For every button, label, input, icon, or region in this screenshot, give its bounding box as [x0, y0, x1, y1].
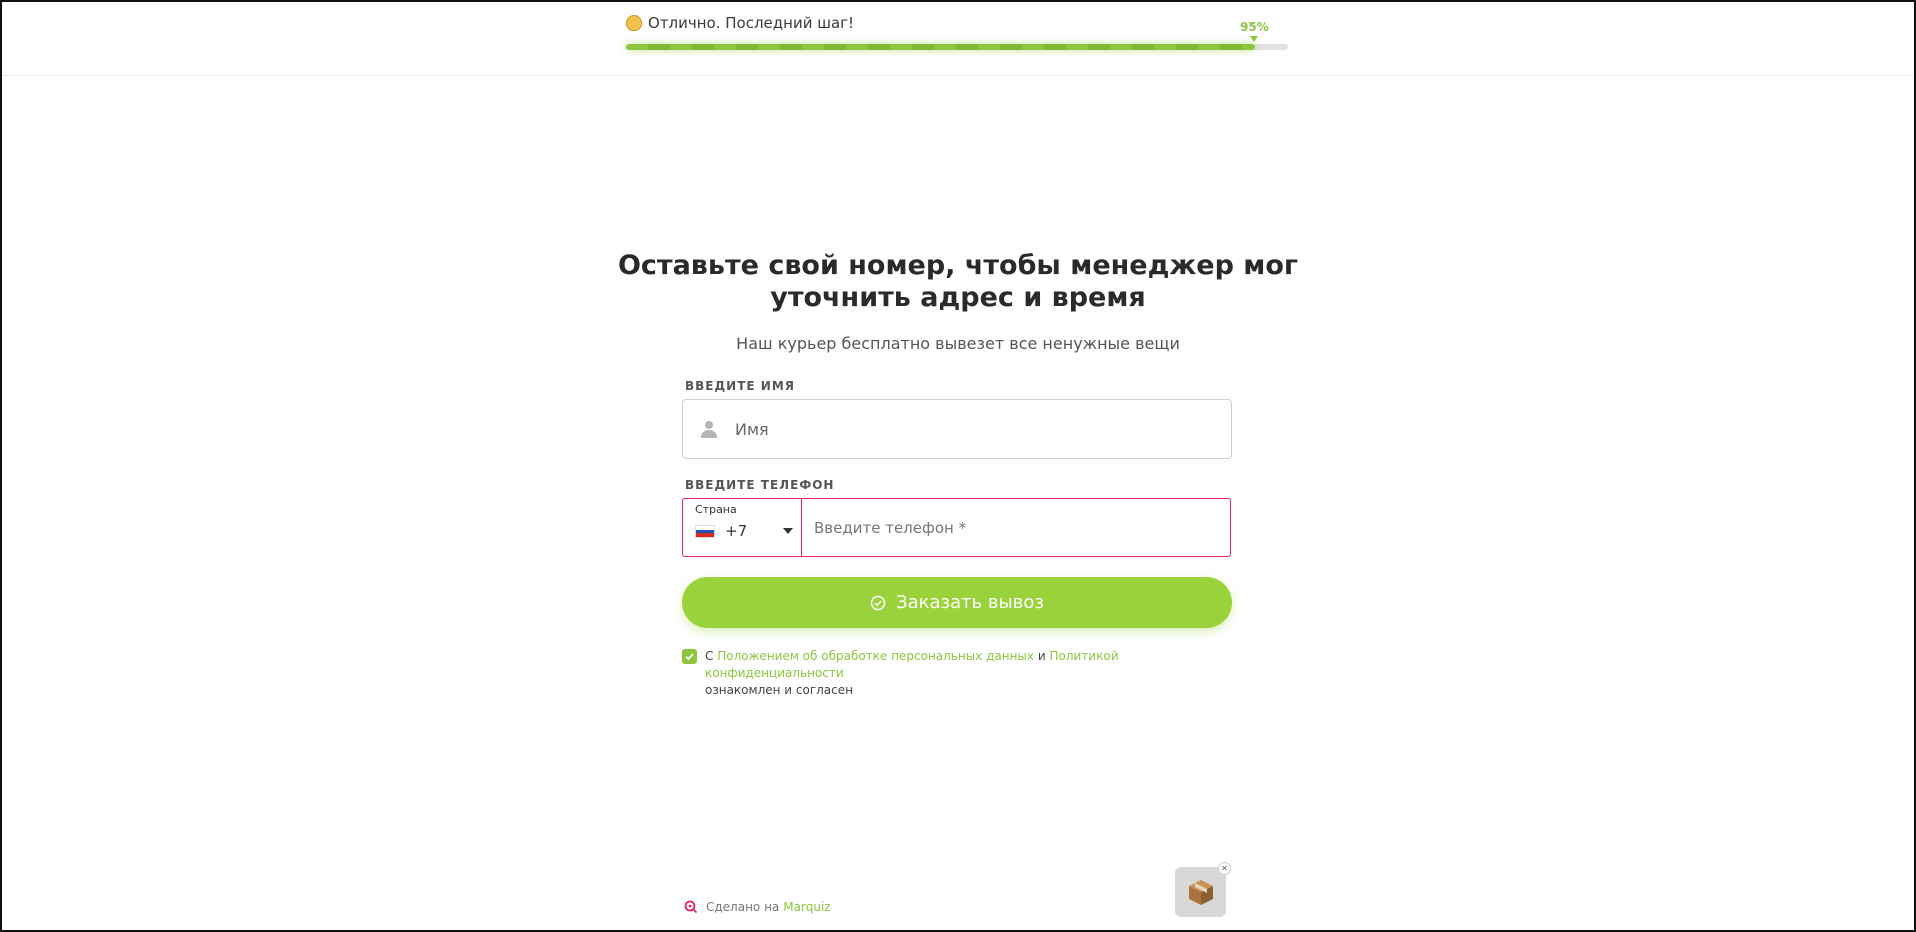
- window-frame: [0, 0, 1916, 932]
- progress-message-row: Отлично. Последний шаг!: [626, 14, 1288, 32]
- name-field[interactable]: [682, 399, 1232, 459]
- progress-message: Отлично. Последний шаг!: [648, 14, 855, 32]
- marquiz-logo-icon: [684, 900, 698, 914]
- progress-header: Отлично. Последний шаг! 95%: [0, 0, 1916, 76]
- phone-field: Страна +7: [682, 498, 1231, 557]
- country-code: +7: [725, 522, 748, 540]
- user-icon: [701, 421, 717, 438]
- checkmark-icon: [685, 653, 694, 661]
- progress-percent: 95%: [1240, 20, 1269, 34]
- russia-flag-icon: [695, 525, 715, 538]
- marquiz-link[interactable]: Marquiz: [783, 900, 830, 914]
- consent-row: С Положением об обработке персональных д…: [682, 648, 1242, 699]
- clapping-hands-icon: [626, 15, 642, 31]
- chevron-down-icon: [783, 528, 793, 534]
- phone-field-label: ВВЕДИТЕ ТЕЛЕФОН: [685, 478, 835, 492]
- consent-prefix: С: [705, 649, 714, 663]
- name-field-label: ВВЕДИТЕ ИМЯ: [685, 379, 796, 393]
- progress-marker-icon: [1250, 36, 1258, 42]
- form-subtitle: Наш курьер бесплатно вывезет все ненужны…: [736, 334, 1180, 353]
- order-pickup-button[interactable]: Заказать вывоз: [682, 577, 1232, 628]
- consent-checkbox[interactable]: [682, 649, 697, 664]
- name-input[interactable]: [735, 400, 1231, 458]
- country-select-label: Страна: [695, 503, 737, 516]
- package-box-icon: [1188, 880, 1213, 905]
- form-title: Оставьте свой номер, чтобы менеджер мог …: [617, 250, 1299, 313]
- consent-suffix: ознакомлен и согласен: [705, 683, 853, 697]
- consent-and: и: [1037, 649, 1046, 663]
- order-pickup-button-label: Заказать вывоз: [896, 592, 1044, 613]
- phone-input[interactable]: [802, 499, 1230, 556]
- check-circle-icon: [870, 595, 886, 610]
- country-select[interactable]: Страна +7: [683, 499, 802, 556]
- gift-widget-button[interactable]: ✕: [1175, 862, 1231, 917]
- consent-text: С Положением об обработке персональных д…: [705, 648, 1242, 699]
- progress-container: Отлично. Последний шаг! 95%: [626, 14, 1288, 50]
- progress-bar: [626, 44, 1288, 50]
- progress-bar-fill: [626, 44, 1255, 50]
- privacy-regulation-link[interactable]: Положением об обработке персональных дан…: [717, 649, 1034, 663]
- made-with-footer: Сделано на Marquiz: [684, 900, 831, 914]
- made-with-text: Сделано на: [706, 900, 780, 914]
- close-icon[interactable]: ✕: [1218, 862, 1231, 875]
